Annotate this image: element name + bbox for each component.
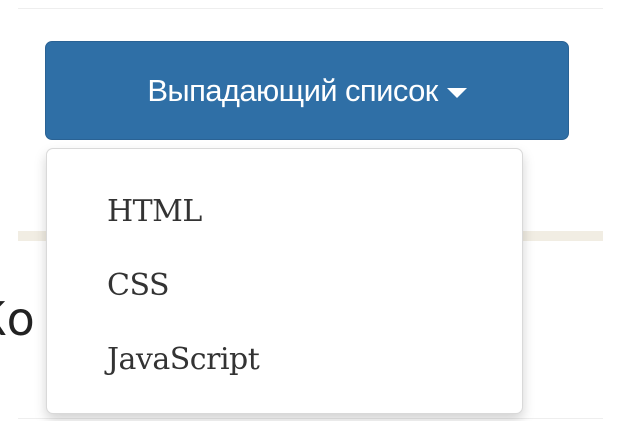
dropdown-item-html[interactable]: HTML bbox=[47, 174, 522, 248]
bottom-divider bbox=[18, 418, 603, 419]
caret-down-icon bbox=[446, 87, 467, 98]
top-divider bbox=[18, 8, 603, 9]
dropdown-menu: HTML CSS JavaScript bbox=[46, 148, 523, 414]
dropdown-toggle-button[interactable]: Выпадающий список bbox=[45, 41, 569, 140]
dropdown-item-label: CSS bbox=[107, 267, 170, 303]
dropdown-toggle-label: Выпадающий список bbox=[147, 72, 438, 108]
dropdown-item-label: JavaScript bbox=[107, 341, 260, 377]
dropdown-item-javascript[interactable]: JavaScript bbox=[47, 322, 522, 396]
background-heading-text: Ко bbox=[0, 292, 35, 346]
dropdown-item-css[interactable]: CSS bbox=[47, 248, 522, 322]
dropdown-item-label: HTML bbox=[107, 193, 202, 229]
